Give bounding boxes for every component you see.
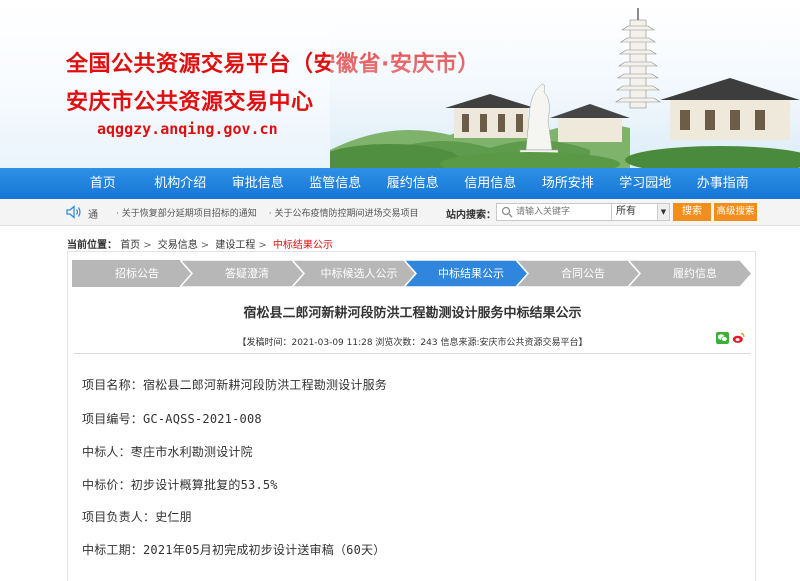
title-divider — [74, 353, 751, 354]
article-card: 招标公告 答疑澄清 中标候选人公示 中标结果公示 合同公告 履约信息 宿松县二郎… — [67, 251, 756, 581]
search-label: 站内搜索： — [446, 210, 496, 221]
article-meta: 【发稿时间：2021-03-09 11:28 浏览次数：243 信息来源:安庆市… — [237, 338, 588, 348]
main-nav: 首页 机构介绍 审批信息 监管信息 履约信息 信用信息 场所安排 学习园地 办事… — [0, 168, 800, 199]
step-award-result[interactable]: 中标结果公示 — [404, 260, 528, 287]
nav-item-credit[interactable]: 信用信息 — [452, 168, 530, 199]
notice-bar: 通 · 关于恢复部分延期项目招标的通知 · 关于公布疫情防控期间进场交易项目 站内… — [0, 199, 800, 226]
search-box — [496, 203, 612, 221]
weibo-share-icon[interactable] — [732, 332, 745, 344]
notice-link[interactable]: · 关于恢复部分延期项目招标的通知 — [116, 209, 257, 219]
breadcrumb-label: 当前位置： — [67, 240, 117, 251]
nav-item-learning[interactable]: 学习园地 — [607, 168, 685, 199]
step-clarification[interactable]: 答疑澄清 — [180, 260, 304, 287]
search-scope-value: 所有 — [616, 206, 636, 217]
pagoda-scenery-image — [330, 0, 800, 168]
nav-item-performance[interactable]: 履约信息 — [374, 168, 452, 199]
search-button[interactable]: 搜索 — [673, 203, 711, 221]
notice-link[interactable]: · 关于公布疫情防控期间进场交易项目 — [269, 209, 419, 219]
article-title: 宿松县二郎河新耕河段防洪工程勘测设计服务中标结果公示 — [243, 306, 582, 321]
step-tender-notice[interactable]: 招标公告 — [72, 260, 192, 287]
nav-item-guide[interactable]: 办事指南 — [684, 168, 762, 199]
step-contract-notice[interactable]: 合同公告 — [516, 260, 640, 287]
site-url: aqggzy.anqing.gov.cn — [97, 120, 278, 138]
field-construction-period: 中标工期：2021年05月初完成初步设计送审稿（60天） — [82, 543, 386, 557]
breadcrumb-item-trade-info[interactable]: 交易信息 — [158, 240, 198, 251]
search-icon — [501, 206, 513, 218]
nav-item-approval[interactable]: 审批信息 — [219, 168, 297, 199]
step-performance-info[interactable]: 履约信息 — [628, 260, 752, 287]
field-project-code: 项目编号：GC-AQSS-2021-008 — [82, 412, 262, 426]
field-project-name: 项目名称：宿松县二郎河新耕河段防洪工程勘测设计服务 — [82, 378, 388, 392]
notice-marquee: · 关于恢复部分延期项目招标的通知 · 关于公布疫情防控期间进场交易项目 — [116, 206, 442, 220]
chevron-down-icon: ▼ — [657, 204, 669, 220]
nav-item-home[interactable]: 首页 — [64, 168, 142, 199]
field-project-manager: 项目负责人：史仁朋 — [82, 510, 192, 524]
wechat-share-icon[interactable] — [716, 332, 729, 344]
notice-label: 通 — [88, 210, 98, 221]
search-scope-select[interactable]: 所有 ▼ — [612, 203, 670, 221]
speaker-icon — [66, 205, 81, 219]
search-input[interactable] — [516, 205, 610, 219]
breadcrumb-item-construction[interactable]: 建设工程 — [215, 240, 255, 251]
field-winning-bidder: 中标人：枣庄市水利勘测设计院 — [82, 445, 253, 459]
step-candidate-notice[interactable]: 中标候选人公示 — [292, 260, 416, 287]
breadcrumb-item-home[interactable]: 首页 — [120, 240, 140, 251]
process-steps: 招标公告 答疑澄清 中标候选人公示 中标结果公示 合同公告 履约信息 — [72, 260, 752, 287]
nav-item-about[interactable]: 机构介绍 — [142, 168, 220, 199]
field-winning-price: 中标价：初步设计概算批复的53.5% — [82, 478, 278, 492]
site-banner: 全国公共资源交易平台（安徽省·安庆市） 安庆市公共资源交易中心 aqggzy.a… — [0, 0, 800, 168]
advanced-search-button[interactable]: 高级搜索 — [714, 203, 757, 221]
nav-item-venue[interactable]: 场所安排 — [529, 168, 607, 199]
breadcrumb-current: 中标结果公示 — [272, 240, 333, 251]
nav-item-supervision[interactable]: 监管信息 — [297, 168, 375, 199]
breadcrumb: 当前位置： 首页 > 交易信息 > 建设工程 > 中标结果公示 — [67, 240, 333, 251]
center-title: 安庆市公共资源交易中心 — [66, 90, 314, 115]
